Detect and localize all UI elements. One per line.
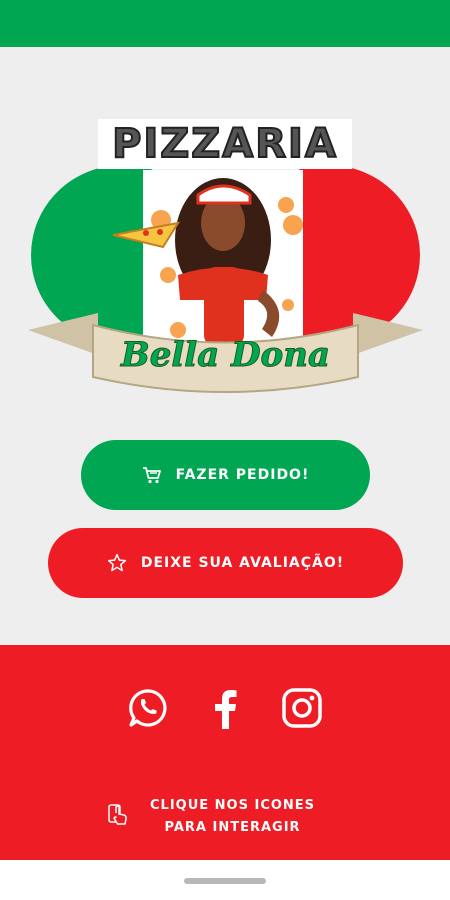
hint-line-2: PARA INTERAGIR: [164, 820, 301, 835]
logo-script-name: Bella Dona: [121, 335, 331, 376]
review-button[interactable]: DEIXE SUA AVALIAÇÃO!: [48, 528, 403, 598]
navigation-bar: [0, 860, 450, 900]
pizzaria-logo: PIZZARIA Bella Dona: [28, 115, 423, 405]
hint-line-1: CLIQUE NOS ICONES: [150, 798, 316, 813]
order-button[interactable]: FAZER PEDIDO!: [81, 440, 370, 510]
home-gesture-handle[interactable]: [184, 878, 266, 884]
tap-hand-icon: [108, 803, 130, 831]
interaction-hint: CLIQUE NOS ICONES PARA INTERAGIR: [108, 795, 315, 839]
instagram-icon[interactable]: [280, 685, 325, 730]
whatsapp-icon[interactable]: [126, 685, 171, 730]
star-icon: [107, 553, 127, 573]
facebook-icon[interactable]: [203, 685, 248, 730]
order-button-label: FAZER PEDIDO!: [175, 467, 310, 483]
footer-panel: CLIQUE NOS ICONES PARA INTERAGIR: [0, 645, 450, 860]
social-icons: [0, 685, 450, 730]
logo-title: PIZZARIA: [111, 120, 338, 168]
status-bar: [0, 0, 450, 47]
hint-text: CLIQUE NOS ICONES PARA INTERAGIR: [150, 795, 315, 839]
review-button-label: DEIXE SUA AVALIAÇÃO!: [140, 555, 345, 571]
cart-icon: [142, 466, 162, 484]
